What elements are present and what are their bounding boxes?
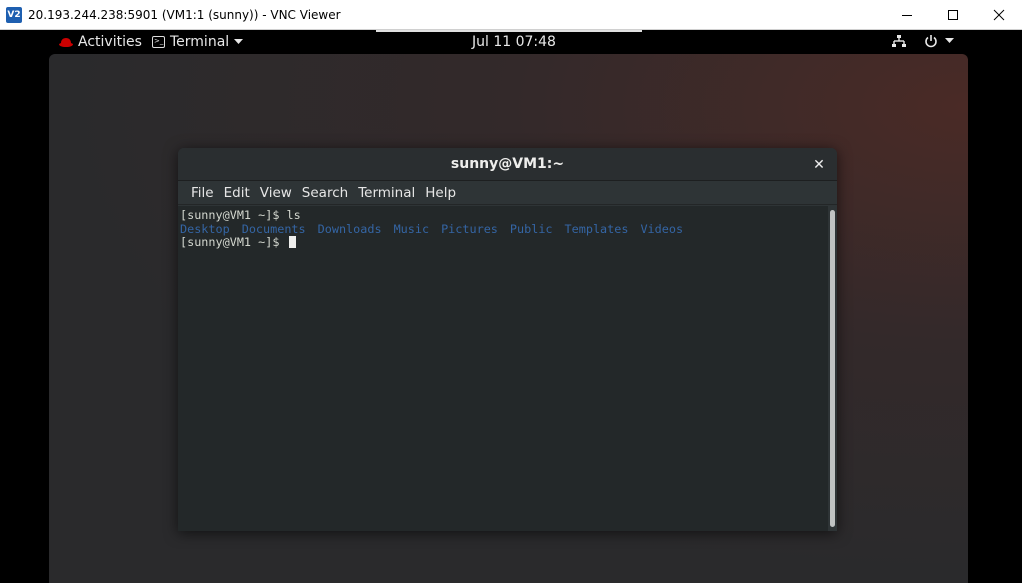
- app-menu-button[interactable]: >_ Terminal: [152, 34, 244, 50]
- menu-terminal[interactable]: Terminal: [353, 185, 420, 201]
- power-icon: [925, 35, 937, 48]
- terminal-line-ls-output: Desktop Documents Downloads Music Pictures Pu…: [180, 221, 828, 237]
- close-icon: [993, 9, 1005, 21]
- window-title: 20.193.244.238:5901 (VM1:1 (sunny)) - VN…: [28, 7, 341, 22]
- dir-entry: Music: [393, 221, 430, 236]
- chevron-down-icon: [234, 39, 244, 44]
- system-status-area[interactable]: [892, 34, 954, 48]
- menu-edit[interactable]: Edit: [219, 185, 255, 201]
- terminal-app-icon: >_: [152, 36, 165, 48]
- vnc-logo-icon: V2: [6, 6, 22, 23]
- window-controls: [884, 0, 1022, 30]
- dir-entry: Desktop: [180, 221, 230, 236]
- vnc-titlebar: V2 20.193.244.238:5901 (VM1:1 (sunny)) -…: [0, 0, 1022, 30]
- terminal-title: sunny@VM1:~: [450, 156, 565, 172]
- menu-file[interactable]: File: [186, 185, 219, 201]
- dir-entry: Videos: [640, 221, 684, 236]
- dir-entry: Pictures: [441, 221, 498, 236]
- terminal-line-prompt: [sunny@VM1 ~]$: [180, 235, 828, 250]
- terminal-window[interactable]: sunny@VM1:~ ✕ File Edit View Search Term…: [178, 148, 837, 531]
- terminal-scrollbar-thumb[interactable]: [830, 210, 835, 527]
- terminal-output[interactable]: [sunny@VM1 ~]$ ls Desktop Documents Downlo…: [178, 206, 828, 531]
- chevron-down-icon: [945, 38, 954, 43]
- close-icon: ✕: [813, 155, 825, 172]
- clock-button[interactable]: Jul 11 07:48: [472, 34, 556, 50]
- app-menu-label: Terminal: [170, 34, 230, 50]
- activities-label: Activities: [78, 34, 142, 50]
- maximize-icon: [948, 10, 958, 20]
- prompt-text: [sunny@VM1 ~]$: [180, 235, 287, 250]
- gnome-top-bar: Activities >_ Terminal Jul 11 07:48: [48, 32, 968, 54]
- text-cursor: [288, 236, 296, 249]
- activities-button[interactable]: Activities: [58, 34, 142, 50]
- terminal-close-button[interactable]: ✕: [811, 156, 827, 172]
- dir-entry: Public: [509, 221, 553, 236]
- dir-entry: Templates: [564, 221, 629, 236]
- menu-view[interactable]: View: [255, 185, 297, 201]
- menu-search[interactable]: Search: [297, 185, 353, 201]
- terminal-header-bar[interactable]: sunny@VM1:~ ✕: [178, 148, 837, 181]
- maximize-button[interactable]: [930, 0, 976, 30]
- dir-entry: Documents: [241, 221, 306, 236]
- close-button[interactable]: [976, 0, 1022, 30]
- menu-help[interactable]: Help: [420, 185, 461, 201]
- minimize-button[interactable]: [884, 0, 930, 30]
- network-wired-icon: [892, 35, 906, 47]
- minimize-icon: [902, 15, 912, 16]
- terminal-line-command: [sunny@VM1 ~]$ ls: [180, 208, 301, 222]
- dir-entry: Downloads: [317, 221, 382, 236]
- redhat-logo-icon: [59, 38, 73, 47]
- terminal-menubar: File Edit View Search Terminal Help: [178, 181, 837, 205]
